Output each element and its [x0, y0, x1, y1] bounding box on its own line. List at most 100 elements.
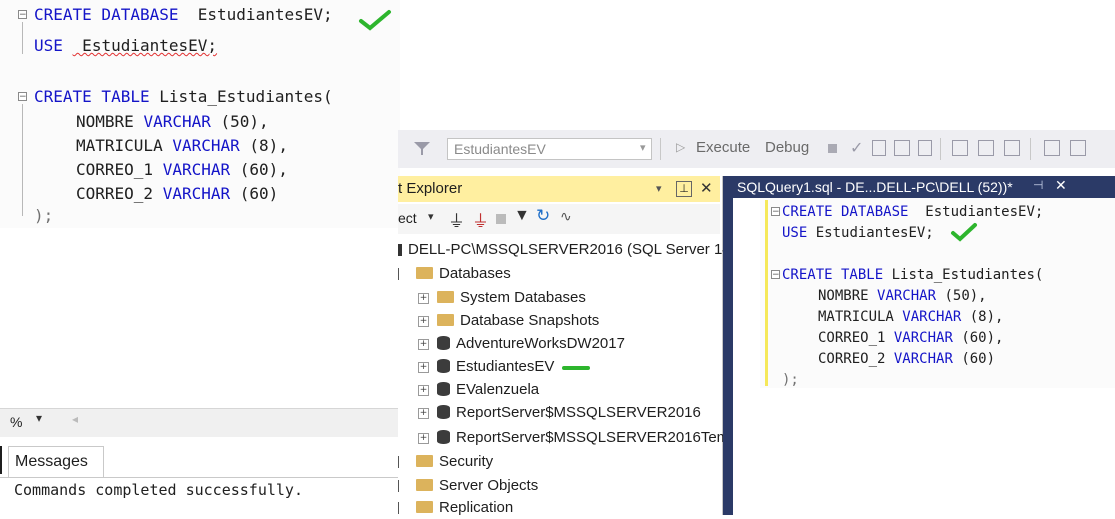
folder-icon: [437, 314, 454, 327]
code-line-3: CREATE TABLE Lista_Estudiantes(: [34, 87, 333, 107]
zoom-dropdown-icon[interactable]: ▾: [36, 411, 42, 425]
tree-item-reportserver[interactable]: + ReportServer$MSSQLSERVER2016: [418, 402, 701, 424]
tab-marker: [0, 446, 2, 474]
checkmark-icon: [359, 10, 391, 31]
tree-label: AdventureWorksDW2017: [456, 335, 625, 352]
highlight-mark: [562, 366, 590, 370]
expand-icon[interactable]: +: [418, 407, 429, 419]
editor-tab-title: SQLQuery1.sql - DE...DELL-PC\DELL (52))*: [737, 179, 1013, 195]
comment-icon[interactable]: [1044, 140, 1060, 156]
stop-icon[interactable]: [496, 214, 506, 224]
tree-item-databases[interactable]: Databases: [398, 263, 511, 285]
code-line-7: CORREO_2 VARCHAR (60): [76, 184, 278, 204]
column-name: MATRICULA: [76, 136, 163, 155]
code-text: Lista_Estudiantes(: [883, 267, 1044, 283]
tree-item-evalenzuela[interactable]: + EValenzuela: [418, 379, 539, 401]
tree-label: Server Objects: [439, 477, 539, 494]
keyword: VARCHAR: [893, 330, 953, 346]
uncomment-icon[interactable]: [1070, 140, 1086, 156]
expand-icon[interactable]: +: [418, 338, 429, 350]
refresh-icon[interactable]: ↻: [536, 206, 550, 226]
expand-icon[interactable]: +: [418, 292, 429, 304]
tree-item-security[interactable]: Security: [398, 451, 493, 473]
column-name: CORREO_2: [76, 184, 154, 203]
collapse-toggle[interactable]: −: [18, 92, 27, 102]
keyword: CREATE TABLE: [782, 267, 884, 283]
pin-icon[interactable]: ⊥: [676, 181, 692, 197]
keyword: VARCHAR: [877, 288, 937, 304]
folder-icon: [416, 455, 433, 468]
column-name: NOMBRE: [818, 288, 869, 304]
activity-monitor-icon[interactable]: ∿: [560, 208, 572, 225]
code-line-5: MATRICULA VARCHAR (8),: [76, 136, 288, 156]
object-explorer-title: t Explorer: [398, 180, 463, 197]
query-editor-code[interactable]: − CREATE DATABASE EstudiantesEV; USE Est…: [760, 198, 1115, 388]
close-icon[interactable]: ✕: [1055, 177, 1067, 194]
keyword: VARCHAR: [162, 160, 231, 179]
execute-button[interactable]: Execute: [696, 139, 750, 156]
collapse-toggle[interactable]: −: [771, 207, 780, 217]
column-name: MATRICULA: [818, 309, 894, 325]
code-text: (60): [952, 351, 996, 367]
folder-icon: [416, 501, 433, 514]
editor-tab[interactable]: SQLQuery1.sql - DE...DELL-PC\DELL (52))*: [733, 176, 1078, 198]
expand-icon[interactable]: +: [418, 384, 429, 396]
code-line-7: CORREO_2 VARCHAR (60): [818, 349, 995, 369]
changed-lines-bar: [765, 200, 768, 386]
database-selector[interactable]: EstudiantesEV: [447, 138, 652, 160]
query-plan-icon[interactable]: [952, 140, 968, 156]
connect-button[interactable]: ect: [398, 210, 417, 226]
tree-label: ReportServer$MSSQLSERVER2016Tem: [456, 429, 730, 446]
stop-icon[interactable]: [828, 144, 837, 153]
tree-server[interactable]: DELL-PC\MSSQLSERVER2016 (SQL Server 14.(: [398, 239, 740, 261]
chevron-down-icon[interactable]: ▾: [640, 141, 646, 154]
code-text: (50),: [210, 112, 269, 131]
tree-label: EValenzuela: [456, 381, 540, 398]
execute-icon[interactable]: ▷: [676, 140, 685, 154]
filter-icon[interactable]: [412, 139, 432, 157]
results-grid-icon[interactable]: [872, 140, 886, 156]
tree-item-database-snapshots[interactable]: + Database Snapshots: [418, 310, 599, 332]
pin-icon[interactable]: ⊣: [1033, 178, 1043, 192]
tree-item-adventureworks[interactable]: + AdventureWorksDW2017: [418, 333, 625, 355]
expand-icon[interactable]: +: [418, 432, 429, 444]
disconnect-icon[interactable]: ⏚: [472, 207, 489, 232]
tree-item-replication[interactable]: Replication: [398, 497, 513, 519]
chevron-down-icon[interactable]: ▾: [656, 176, 662, 202]
connect-plug-icon[interactable]: ⏚: [448, 207, 465, 232]
client-stats-icon[interactable]: [978, 140, 994, 156]
keyword: USE: [34, 36, 63, 55]
tab-divider: [0, 477, 398, 478]
parse-check-icon[interactable]: ✓: [850, 138, 863, 158]
filter-icon[interactable]: ▼: [514, 207, 530, 225]
tab-messages[interactable]: Messages: [8, 446, 104, 478]
toolbar-separator: [940, 138, 941, 160]
code-text: (60): [230, 184, 279, 203]
tree-line: [398, 502, 402, 515]
tree-item-reportserver-temp[interactable]: + ReportServer$MSSQLSERVER2016Tem: [418, 427, 729, 449]
checkmark-icon: [951, 223, 977, 242]
code-line-5: MATRICULA VARCHAR (8),: [818, 307, 1003, 327]
query-options-icon[interactable]: [1004, 140, 1020, 156]
tree-line: [398, 480, 402, 493]
expand-icon[interactable]: +: [418, 315, 429, 327]
collapse-toggle[interactable]: −: [771, 270, 780, 280]
panel-divider: [723, 176, 733, 515]
close-icon[interactable]: ✕: [700, 176, 713, 202]
tree-label: DELL-PC\MSSQLSERVER2016 (SQL Server 14.(: [408, 241, 740, 258]
tree-item-system-databases[interactable]: + System Databases: [418, 287, 586, 309]
tree-item-server-objects[interactable]: Server Objects: [398, 475, 538, 497]
code-text: Lista_Estudiantes(: [149, 87, 333, 106]
expand-icon[interactable]: +: [418, 361, 429, 373]
debug-button[interactable]: Debug: [765, 139, 809, 156]
connect-dropdown-icon[interactable]: ▾: [428, 210, 434, 223]
tree-item-estudiantesev[interactable]: + EstudiantesEV: [418, 356, 554, 378]
scroll-left-icon[interactable]: ◂: [72, 412, 78, 426]
keyword: VARCHAR: [143, 112, 211, 131]
tree-label: Database Snapshots: [460, 312, 600, 329]
keyword: CREATE DATABASE: [782, 204, 909, 220]
results-file-icon[interactable]: [918, 140, 932, 156]
results-text-icon[interactable]: [894, 140, 910, 156]
collapse-toggle[interactable]: −: [18, 10, 27, 20]
